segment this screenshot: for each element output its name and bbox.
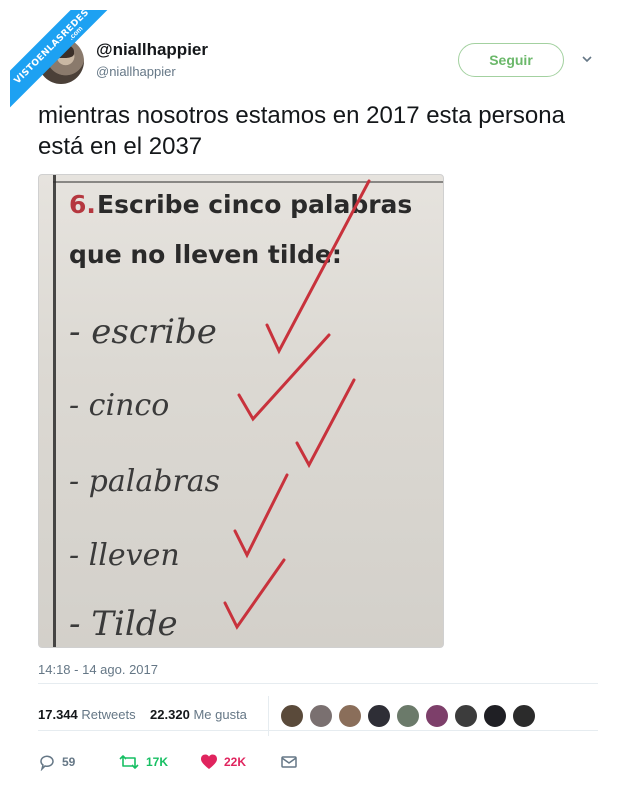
worksheet-image: 6. Escribe cinco palabras que no lleven … [53,175,443,647]
watermark-ribbon: VISTOENLASREDES [10,10,120,120]
tweet-text: mientras nosotros estamos en 2017 esta p… [38,102,565,160]
reply-button[interactable]: 59 [38,752,75,772]
retweets-count[interactable]: 17.344 [38,707,78,722]
retweet-button[interactable]: 17K [118,752,168,772]
engagement-stats: 17.344 Retweets 22.320 Me gusta [38,707,247,722]
answer-3: - palabras [69,464,220,499]
liker-avatar[interactable] [280,704,304,728]
question-line-1: Escribe cinco palabras [97,190,412,219]
retweet-icon [119,755,139,769]
check-mark [237,333,331,422]
likes-count[interactable]: 22.320 [150,707,190,722]
envelope-icon [281,756,297,768]
liker-avatar[interactable] [512,704,536,728]
question-line-2: que no lleven tilde: [69,240,342,269]
liker-avatar[interactable] [425,704,449,728]
answer-4: - lleven [69,538,180,573]
retweets-label[interactable]: Retweets [81,707,135,722]
tweet-timestamp[interactable]: 14:18 - 14 ago. 2017 [38,662,158,677]
check-mark [223,558,286,630]
like-button[interactable]: 22K [200,752,246,772]
follow-button[interactable]: Seguir [458,43,564,77]
divider [38,730,598,731]
answer-5: - Tilde [69,604,178,644]
like-count: 22K [224,755,247,769]
liker-avatar[interactable] [309,704,333,728]
watermark-text: VISTOENLASREDES [10,10,118,113]
liker-avatar[interactable] [367,704,391,728]
liker-avatar[interactable] [454,704,478,728]
dm-button[interactable] [280,752,298,772]
answer-2: - cinco [69,388,169,423]
tweet-card: VISTOENLASREDES .com @niallhappier @nial… [10,10,612,791]
divider [38,683,598,684]
reply-count: 59 [62,755,76,769]
check-mark [233,473,289,559]
likes-label[interactable]: Me gusta [193,707,246,722]
question-number: 6. [69,190,96,219]
answer-1: - escribe [69,312,217,352]
liker-avatar[interactable] [338,704,362,728]
retweet-count: 17K [146,755,169,769]
liker-avatar[interactable] [483,704,507,728]
heart-icon [201,754,217,769]
check-mark [295,378,356,469]
tweet-photo[interactable]: 6. Escribe cinco palabras que no lleven … [38,174,444,648]
chevron-down-icon[interactable] [582,54,592,64]
tweet-actions: 59 17K 22K [38,752,338,772]
reply-icon [40,755,54,771]
liker-avatar[interactable] [396,704,420,728]
